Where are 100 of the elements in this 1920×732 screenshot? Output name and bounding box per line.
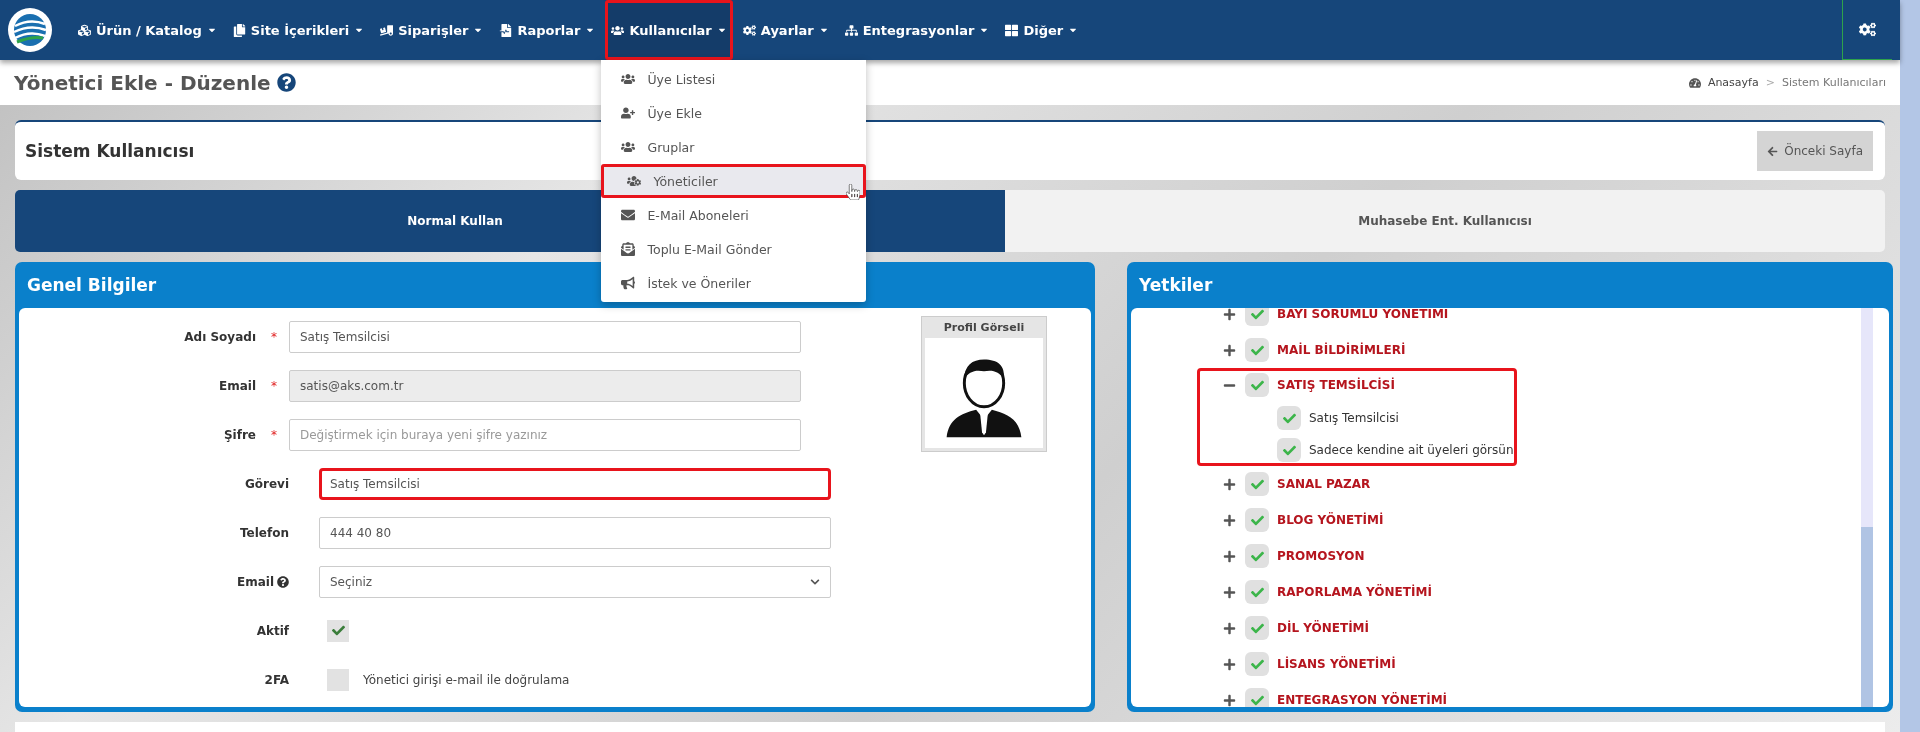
checkbox[interactable] xyxy=(1245,544,1269,568)
checkbox[interactable] xyxy=(1245,652,1269,676)
grid-icon xyxy=(1005,23,1019,37)
checkbox[interactable] xyxy=(1245,580,1269,604)
permission-group-label: RAPORLAMA YÖNETİMİ xyxy=(1277,585,1432,599)
profile-image-label: Profil Görseli xyxy=(943,320,1025,336)
checkbox[interactable] xyxy=(1277,406,1301,430)
expand-button[interactable] xyxy=(1223,693,1237,707)
dropdown-item[interactable]: Yöneticiler xyxy=(601,164,867,198)
scrollbar-thumb[interactable] xyxy=(1861,527,1873,707)
checkbox[interactable] xyxy=(1245,308,1269,326)
expand-button[interactable] xyxy=(1223,308,1237,321)
plus-icon xyxy=(1223,549,1236,563)
check-icon xyxy=(1282,411,1296,425)
page-scrollbar[interactable] xyxy=(1900,0,1920,732)
pointer-cursor-icon xyxy=(846,184,861,200)
globe-logo xyxy=(8,8,52,52)
nav-menu-item[interactable]: Entegrasyonlar xyxy=(838,0,996,60)
breadcrumb-link[interactable]: Anasayfa xyxy=(1707,76,1759,89)
checkbox[interactable] xyxy=(1245,616,1269,640)
check-icon xyxy=(331,624,345,637)
tab[interactable]: Muhasebe Ent. Kullanıcısı xyxy=(1005,190,1885,252)
nav-menu-item[interactable]: Ayarlar xyxy=(736,0,835,60)
panel-title: Genel Bilgiler xyxy=(27,275,157,295)
breadcrumb-link[interactable]: Sistem Kullanıcıları xyxy=(1781,76,1886,89)
profile-image-frame[interactable]: Profil Görseli xyxy=(921,316,1047,452)
dropdown-item[interactable]: İstek ve Öneriler xyxy=(601,266,867,300)
check-icon xyxy=(1282,443,1296,457)
plus-icon xyxy=(1223,693,1236,707)
plus-icon xyxy=(1223,477,1236,491)
panel-title: Yetkiler xyxy=(1139,275,1213,295)
expand-button[interactable] xyxy=(1223,513,1237,527)
expand-button[interactable] xyxy=(1223,343,1237,357)
required-mark: * xyxy=(270,378,278,393)
check-icon xyxy=(1250,657,1264,671)
copy-icon xyxy=(232,23,246,37)
nav-menu-item[interactable]: Siparişler xyxy=(374,0,490,60)
text-field[interactable]: Satış Temsilcisi xyxy=(319,467,831,500)
expand-button[interactable] xyxy=(1223,549,1237,563)
nav-menu-item[interactable]: Ürün / Katalog xyxy=(72,0,223,60)
check-icon xyxy=(1250,378,1264,392)
select-field[interactable]: Seçiniz xyxy=(319,565,831,598)
page-title: Yönetici Ekle - Düzenle xyxy=(14,70,271,95)
expand-button[interactable] xyxy=(1223,585,1237,599)
checkbox[interactable] xyxy=(327,619,349,642)
help-icon[interactable] xyxy=(276,73,296,92)
chevron-down-icon xyxy=(810,576,820,587)
dropdown-item[interactable]: Üye Listesi xyxy=(601,62,867,96)
field-label: Şifre xyxy=(223,427,256,442)
checkbox-label: Yönetici girişi e-mail ile doğrulama xyxy=(363,672,570,687)
dropdown-item[interactable]: Gruplar xyxy=(601,130,867,164)
text-field[interactable]: 444 40 80 xyxy=(319,516,831,549)
expand-button[interactable] xyxy=(1223,477,1237,491)
truck-icon xyxy=(380,23,394,37)
field-label: Görevi xyxy=(244,476,289,491)
user-plus-icon xyxy=(621,106,636,120)
nav-menu-item[interactable]: Raporlar xyxy=(493,0,602,60)
checkbox[interactable] xyxy=(1245,688,1269,707)
plus-icon xyxy=(1223,308,1236,321)
settings-icon xyxy=(1859,21,1876,38)
users-gear-icon xyxy=(627,174,642,188)
check-icon xyxy=(1250,308,1264,321)
permission-group-label: SANAL PAZAR xyxy=(1277,477,1371,491)
scrollbar[interactable] xyxy=(1861,308,1873,707)
checkbox[interactable] xyxy=(1245,373,1269,397)
users-icon xyxy=(611,23,625,37)
text-field[interactable]: Satış Temsilcisi xyxy=(289,320,801,353)
required-mark: * xyxy=(270,329,278,344)
nav-menu-item[interactable]: Diğer xyxy=(999,0,1085,60)
check-icon xyxy=(1250,513,1264,527)
checkbox[interactable] xyxy=(1277,438,1301,462)
avatar-silhouette-icon xyxy=(925,338,1043,448)
expand-button[interactable] xyxy=(1223,621,1237,635)
field-label: Email xyxy=(236,574,274,589)
field-label: Aktif xyxy=(256,623,289,638)
users-icon xyxy=(621,140,636,154)
dashboard-icon xyxy=(1688,76,1701,89)
checkbox[interactable] xyxy=(1245,508,1269,532)
check-icon xyxy=(1250,621,1264,635)
plus-icon xyxy=(1223,621,1236,635)
permission-group-label: ENTEGRASYON YÖNETİMİ xyxy=(1277,693,1448,707)
check-icon xyxy=(1250,693,1264,707)
back-button[interactable]: Önceki Sayfa xyxy=(1757,131,1873,171)
permission-label: Satış Temsilcisi xyxy=(1309,411,1399,425)
help-icon xyxy=(277,575,289,588)
plus-icon xyxy=(1223,343,1236,357)
checkbox[interactable] xyxy=(1245,472,1269,496)
dropdown-item[interactable]: E-Mail Aboneleri xyxy=(601,198,867,232)
gears-icon xyxy=(742,23,756,37)
text-field[interactable]: Değiştirmek için buraya yeni şifre yazınız xyxy=(289,418,801,451)
dropdown-item[interactable]: Üye Ekle xyxy=(601,96,867,130)
checkbox[interactable] xyxy=(327,668,349,691)
checkbox[interactable] xyxy=(1245,338,1269,362)
field-label: Telefon xyxy=(240,525,289,540)
nav-menu-item[interactable]: Kullanıcılar xyxy=(605,0,733,60)
field-label: Adı Soyadı xyxy=(184,329,256,344)
permission-group-label: DİL YÖNETİMİ xyxy=(1277,621,1369,635)
check-icon xyxy=(1250,477,1264,491)
expand-button[interactable] xyxy=(1223,657,1237,671)
nav-menu-item[interactable]: Site İçerikleri xyxy=(226,0,371,60)
